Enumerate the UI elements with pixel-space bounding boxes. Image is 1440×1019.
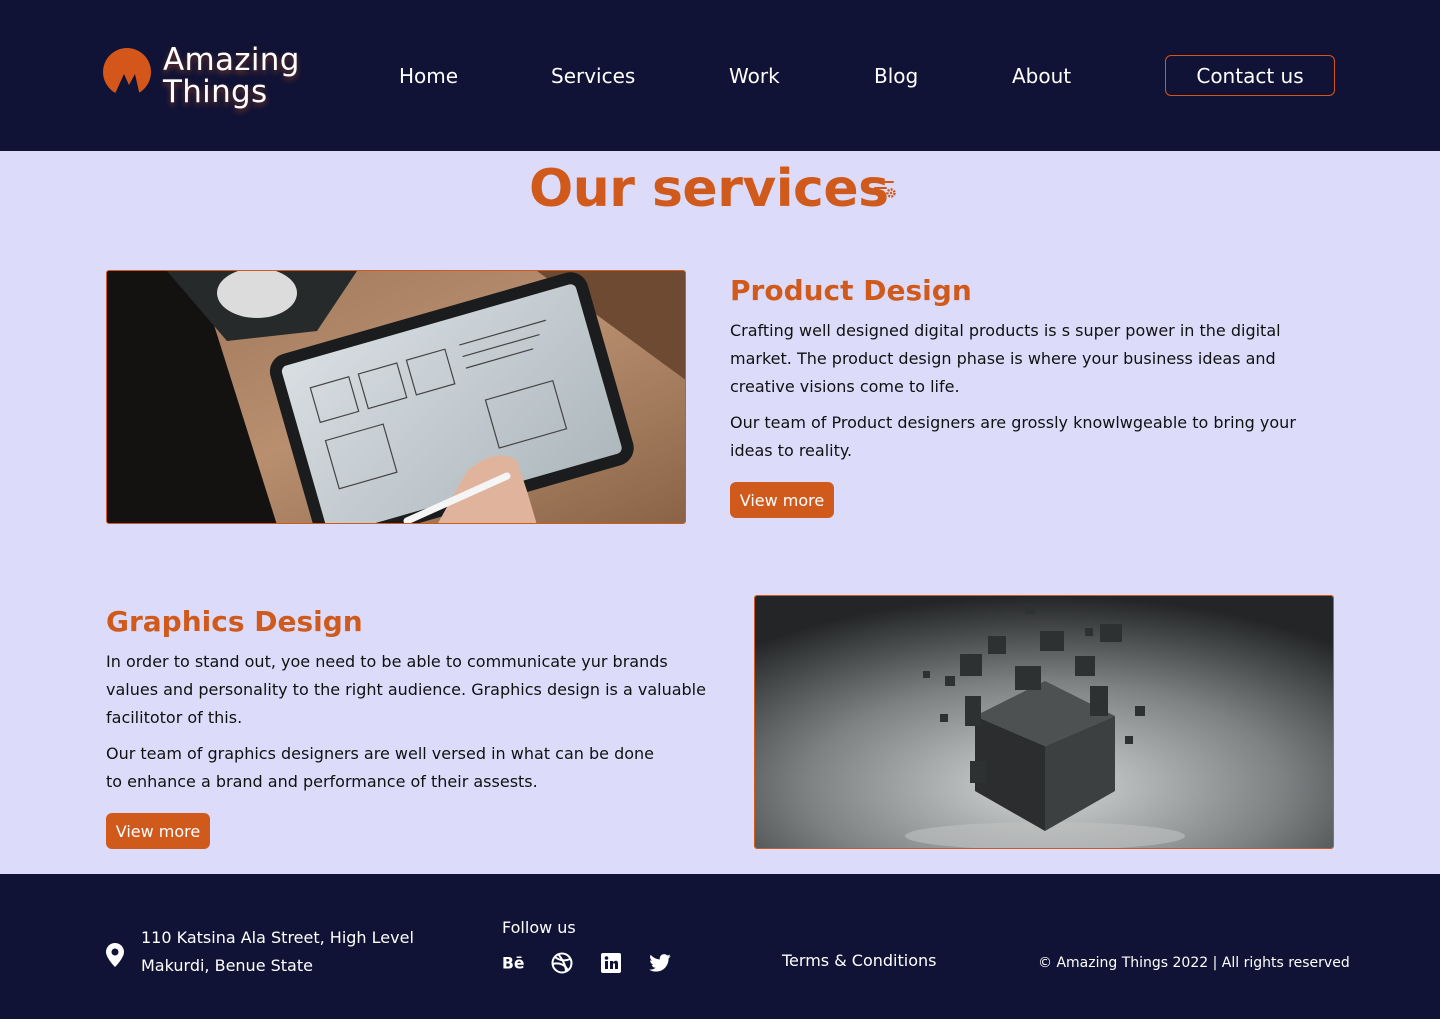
exploding-cube-illustration (755, 596, 1333, 848)
tablet-sketch-illustration (107, 271, 685, 523)
site-footer: 110 Katsina Ala Street, High Level Makur… (0, 874, 1440, 1019)
graphics-design-view-more-button[interactable]: View more (106, 813, 210, 849)
nav-services[interactable]: Services (551, 61, 635, 91)
list-settings-icon (874, 181, 896, 198)
product-design-paragraph-2: Our team of Product designers are grossl… (730, 413, 1296, 460)
product-design-view-more-button[interactable]: View more (730, 482, 834, 518)
address-line-2: Makurdi, Benue State (141, 956, 313, 975)
nav-work[interactable]: Work (729, 61, 780, 91)
site-header: Amazing Things Home Services Work Blog A… (0, 0, 1440, 151)
contact-us-button[interactable]: Contact us (1165, 55, 1335, 96)
twitter-icon[interactable] (649, 952, 671, 974)
follow-us-label: Follow us (502, 918, 576, 937)
linkedin-icon[interactable] (600, 952, 622, 974)
graphics-design-image (754, 595, 1334, 849)
product-design-image (106, 270, 686, 524)
footer-address: 110 Katsina Ala Street, High Level Makur… (141, 924, 414, 980)
copyright-text: © Amazing Things 2022 | All rights reser… (1038, 955, 1350, 971)
product-design-paragraph-1: Crafting well designed digital products … (730, 321, 1281, 396)
address-line-1: 110 Katsina Ala Street, High Level (141, 928, 414, 947)
nav-about[interactable]: About (1012, 61, 1071, 91)
nav-home[interactable]: Home (399, 61, 458, 91)
location-pin-icon (106, 943, 124, 967)
page-title: Our services (529, 159, 889, 219)
terms-conditions-link[interactable]: Terms & Conditions (782, 951, 936, 970)
behance-icon[interactable]: Bē (502, 952, 524, 974)
graphics-design-title: Graphics Design (106, 605, 363, 638)
svg-text:Bē: Bē (502, 955, 524, 973)
dribbble-icon[interactable] (551, 952, 573, 974)
nav-blog[interactable]: Blog (874, 61, 918, 91)
product-design-title: Product Design (730, 274, 972, 307)
graphics-design-paragraph-1: In order to stand out, yoe need to be ab… (106, 652, 706, 727)
graphics-design-paragraph-2: Our team of graphics designers are well … (106, 744, 655, 791)
social-links: Bē (502, 952, 698, 974)
